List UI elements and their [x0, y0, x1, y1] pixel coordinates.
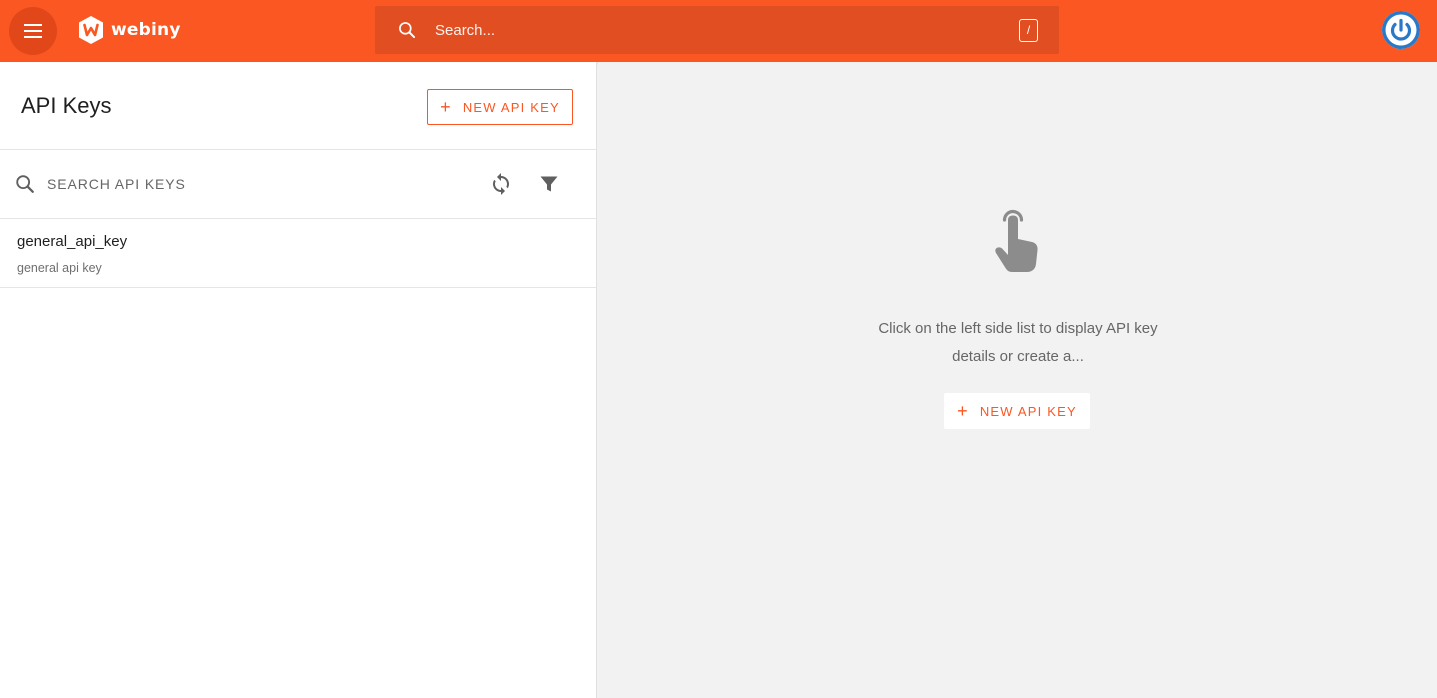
new-api-key-button-label: NEW API KEY [462, 99, 560, 115]
top-app-bar: webiny / [0, 0, 1437, 62]
global-search-input[interactable] [433, 10, 1019, 50]
main-menu-button[interactable] [9, 7, 57, 55]
refresh-icon[interactable] [489, 172, 513, 196]
webiny-logo[interactable]: webiny [77, 14, 181, 46]
api-key-description: general api key [17, 261, 102, 275]
plus-icon: + [957, 401, 969, 421]
touch-hand-icon [995, 209, 1038, 272]
filter-icon[interactable] [537, 172, 561, 196]
logo-text: webiny [111, 20, 181, 40]
api-keys-search-input[interactable] [45, 172, 445, 196]
global-search-bar[interactable]: / [375, 6, 1059, 54]
list-search-row [0, 150, 597, 219]
new-api-key-button-secondary[interactable]: + NEW API KEY [944, 393, 1090, 429]
webiny-logo-icon [79, 16, 103, 44]
search-icon [395, 18, 419, 42]
plus-icon: + [440, 97, 452, 117]
list-panel-header: API Keys + NEW API KEY [0, 62, 597, 150]
search-shortcut-hint: / [1019, 18, 1038, 42]
list-item[interactable]: general_api_key general api key [0, 219, 597, 288]
hamburger-menu-icon [24, 24, 42, 38]
new-api-key-button-secondary-label: NEW API KEY [979, 403, 1077, 419]
page-title: API Keys [21, 93, 112, 118]
empty-state-message: Click on the left side list to display A… [878, 320, 1158, 365]
search-icon [16, 175, 34, 193]
api-key-details-panel: Click on the left side list to display A… [598, 62, 1437, 698]
user-menu-button[interactable] [1382, 11, 1420, 49]
api-key-name: general_api_key [17, 233, 128, 250]
new-api-key-button[interactable]: + NEW API KEY [427, 89, 573, 125]
api-keys-list-panel: API Keys + NEW API KEY general_api_key g… [0, 62, 597, 698]
user-avatar-icon [1382, 11, 1420, 49]
